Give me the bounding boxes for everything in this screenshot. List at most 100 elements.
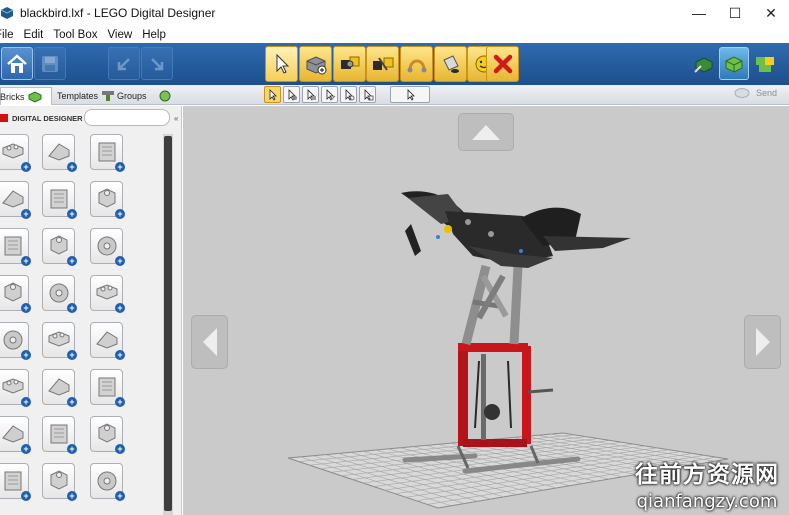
brick-item[interactable]: +	[90, 416, 125, 454]
rotate-left-button[interactable]	[191, 315, 228, 369]
clone-tool-button[interactable]	[299, 46, 332, 82]
add-brick-icon: +	[21, 491, 31, 501]
minimize-button[interactable]: —	[681, 0, 717, 26]
brick-item[interactable]: +	[0, 416, 31, 454]
menu-edit[interactable]: Edit	[24, 29, 44, 41]
rotate-up-button[interactable]	[458, 113, 514, 151]
title-bar: blackbird.lxf - LEGO Digital Designer — …	[0, 0, 789, 26]
hinge-align-tool-button[interactable]	[366, 46, 399, 82]
blackbird-model	[401, 191, 631, 268]
brick-item[interactable]: +	[90, 181, 125, 219]
home-button[interactable]	[1, 47, 33, 80]
brick-palette-panel: DIGITAL DESIGNER « + + + + + + + + + + + + + + + + + + + + +…	[0, 106, 182, 515]
select-single-button[interactable]	[264, 86, 281, 103]
tab-groups[interactable]: Groups	[114, 87, 175, 105]
flex-tool-button[interactable]	[400, 46, 433, 82]
add-brick-icon: +	[67, 491, 77, 501]
close-button[interactable]: ✕	[753, 0, 789, 26]
add-brick-icon: +	[115, 303, 125, 313]
menu-toolbox[interactable]: Tool Box	[53, 29, 97, 41]
rotate-right-button[interactable]	[744, 315, 781, 369]
select-connected-button[interactable]	[283, 86, 300, 103]
collapse-panel-icon[interactable]: «	[174, 114, 178, 123]
add-brick-icon: +	[115, 397, 125, 407]
brick-item[interactable]: +	[90, 322, 125, 360]
brick-item[interactable]: +	[90, 463, 125, 501]
add-brick-icon: +	[115, 350, 125, 360]
support-beams	[461, 264, 523, 346]
save-button[interactable]	[34, 47, 66, 80]
select-invert-button[interactable]	[359, 86, 376, 103]
cursor-icon	[276, 53, 289, 74]
brick-item[interactable]: +	[0, 463, 31, 501]
flex-tube-icon	[407, 59, 426, 73]
build-guide-button[interactable]	[750, 47, 780, 80]
brick-item[interactable]: +	[42, 275, 77, 313]
select-same-button[interactable]	[340, 86, 357, 103]
watermark-line-2: qianfangzy.com	[636, 491, 778, 512]
view-mode-icon	[725, 55, 743, 73]
3d-viewport[interactable]	[183, 106, 789, 515]
brick-item[interactable]: +	[0, 181, 31, 219]
palette-scrollbar[interactable]	[163, 134, 173, 515]
redo-button[interactable]	[141, 47, 173, 80]
hinge-tool-button[interactable]	[333, 46, 366, 82]
hinge-align-icon	[372, 57, 393, 71]
brick-tab-icon	[28, 90, 41, 103]
brick-item[interactable]: +	[90, 228, 125, 266]
arrow-right-icon	[755, 328, 770, 356]
send-button[interactable]: Send	[734, 87, 777, 99]
paint-tool-button[interactable]	[434, 46, 467, 82]
paint-bucket-icon	[442, 55, 459, 73]
menu-file[interactable]: File	[0, 29, 14, 41]
watermark-line-1: 往前方资源网	[635, 462, 779, 488]
maximize-button[interactable]: ☐	[717, 0, 753, 26]
brick-item[interactable]: +	[42, 463, 77, 501]
main-toolbar	[0, 43, 789, 85]
brick-item[interactable]: +	[0, 369, 31, 407]
brick-item[interactable]: +	[90, 275, 125, 313]
brick-item[interactable]: +	[42, 228, 77, 266]
select-tool-button[interactable]	[265, 46, 298, 82]
select-color-button[interactable]	[302, 86, 319, 103]
brick-item[interactable]: +	[42, 416, 77, 454]
view-mode-button[interactable]	[719, 47, 749, 80]
build-mode-button[interactable]	[689, 47, 719, 80]
add-brick-icon: +	[67, 162, 77, 172]
brick-item[interactable]: +	[0, 275, 31, 313]
menu-view[interactable]: View	[107, 29, 132, 41]
add-brick-icon: +	[115, 256, 125, 266]
add-brick-icon: +	[67, 303, 77, 313]
brick-item[interactable]: +	[42, 181, 77, 219]
delete-tool-button[interactable]	[486, 46, 519, 82]
tab-templates[interactable]: Templates	[54, 87, 118, 105]
brick-item[interactable]: +	[42, 369, 77, 407]
brick-item[interactable]: +	[0, 322, 31, 360]
brick-item[interactable]: +	[0, 134, 31, 172]
brick-item[interactable]: +	[0, 228, 31, 266]
brick-item[interactable]: +	[42, 322, 77, 360]
scrollbar-thumb[interactable]	[164, 136, 172, 511]
brick-item[interactable]: +	[90, 369, 125, 407]
select-shape-button[interactable]	[321, 86, 338, 103]
select-shape-icon	[326, 88, 335, 101]
add-brick-icon: +	[67, 350, 77, 360]
brand-header: DIGITAL DESIGNER	[0, 111, 83, 125]
site-watermark: 往前方资源网 qianfangzy.com	[632, 455, 782, 512]
undo-arrow-icon	[117, 57, 130, 70]
menu-help[interactable]: Help	[142, 29, 166, 41]
add-brick-icon: +	[67, 397, 77, 407]
select-extra-button[interactable]	[390, 86, 430, 103]
search-input[interactable]	[84, 109, 170, 126]
select-box-icon	[407, 88, 415, 101]
brick-item[interactable]: +	[42, 134, 77, 172]
redo-arrow-icon	[151, 57, 164, 70]
window-title: blackbird.lxf - LEGO Digital Designer	[20, 6, 216, 20]
undo-button[interactable]	[108, 47, 140, 80]
add-brick-icon: +	[67, 209, 77, 219]
brick-item[interactable]: +	[90, 134, 125, 172]
send-label: Send	[755, 88, 777, 98]
add-brick-icon: +	[21, 162, 31, 172]
tab-bricks[interactable]: Bricks	[0, 87, 52, 105]
select-same-icon	[345, 88, 354, 101]
